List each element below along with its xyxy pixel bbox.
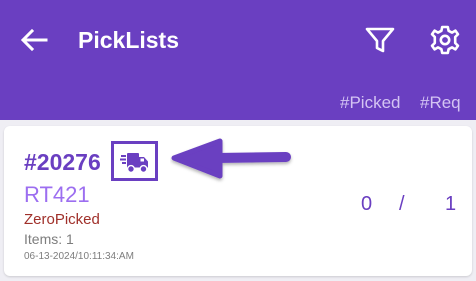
shipping-indicator[interactable] xyxy=(111,141,158,181)
status-text: ZeroPicked xyxy=(24,211,100,228)
timestamp: 06-13-2024/10:11:34:AM xyxy=(24,251,134,262)
pointer-arrow-icon xyxy=(171,138,291,179)
picked-count: 0 xyxy=(361,193,373,215)
page-title: PickLists xyxy=(78,27,179,53)
order-number: #20276 xyxy=(24,149,101,175)
filter-icon xyxy=(365,27,395,53)
picked-column-header: #Picked xyxy=(340,93,401,112)
required-column-header: #Req xyxy=(420,93,461,112)
arrow-left-icon xyxy=(20,28,48,52)
required-count: 1 xyxy=(445,193,457,215)
count-separator: / xyxy=(399,193,405,215)
back-button[interactable] xyxy=(18,26,50,54)
column-headers: #Picked #Req xyxy=(0,80,476,120)
route-code: RT421 xyxy=(24,182,90,207)
gear-icon xyxy=(430,25,460,55)
items-count: Items: 1 xyxy=(24,231,74,247)
shipping-truck-icon xyxy=(120,153,148,174)
app-bar: PickLists #Picked #Req xyxy=(0,0,476,120)
settings-button[interactable] xyxy=(428,23,462,57)
filter-button[interactable] xyxy=(364,24,396,56)
toolbar: PickLists xyxy=(0,0,476,80)
